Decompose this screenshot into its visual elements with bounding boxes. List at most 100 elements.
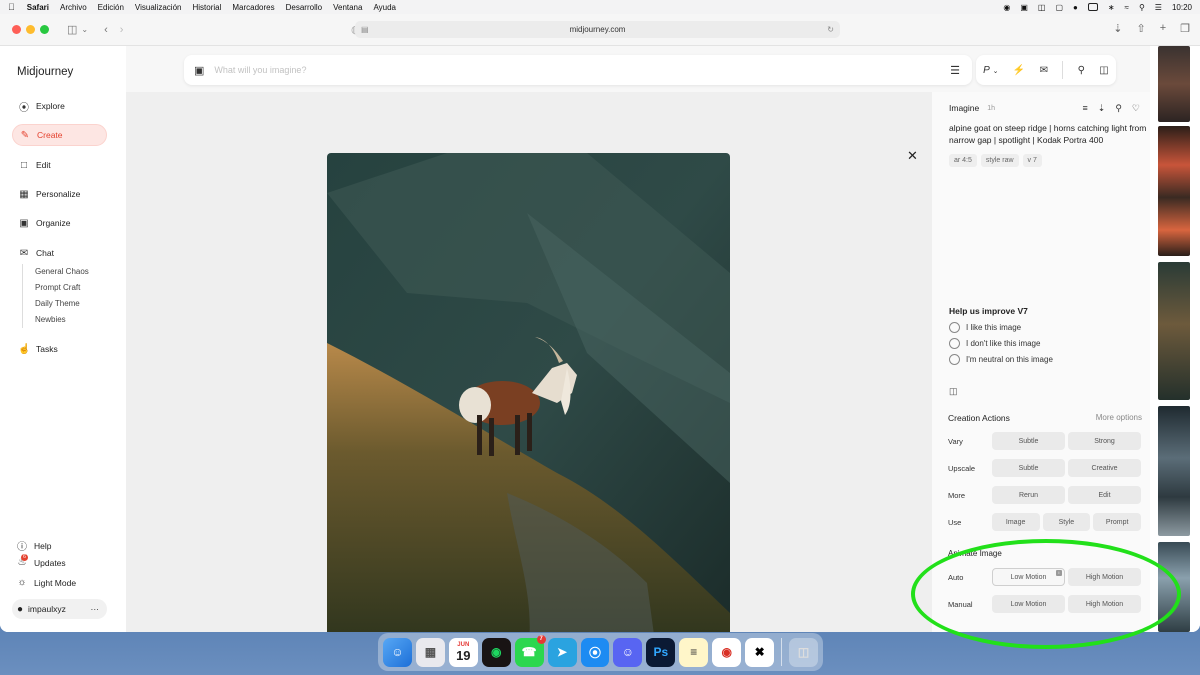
chat-room-item[interactable]: General Chaos [35, 264, 89, 280]
folder-icon[interactable]: ◫ [1099, 65, 1108, 76]
notes-icon[interactable]: ≡ [679, 637, 709, 667]
feedback-neutral[interactable]: I'm neutral on this image [949, 354, 1053, 365]
status-icon[interactable]: ◫ [1038, 3, 1046, 12]
status-icon[interactable]: ▣ [1020, 3, 1028, 12]
menu-marcadores[interactable]: Marcadores [232, 3, 274, 12]
generated-image[interactable] [327, 153, 730, 632]
menu-edicion[interactable]: Edición [98, 3, 124, 12]
edit-button[interactable]: Edit [1068, 486, 1141, 504]
auto-low-motion-button[interactable]: Low Motion i [992, 568, 1065, 586]
menu-desarrollo[interactable]: Desarrollo [286, 3, 322, 12]
telegram-icon[interactable]: ➤ [547, 637, 577, 667]
manual-low-motion-button[interactable]: Low Motion [992, 595, 1065, 613]
trash-icon[interactable]: ◫ [789, 637, 818, 667]
rerun-button[interactable]: Rerun [992, 486, 1065, 504]
thumbnail[interactable] [1158, 126, 1190, 256]
use-image-button[interactable]: Image [991, 513, 1040, 531]
menu-historial[interactable]: Historial [192, 3, 221, 12]
wifi-icon[interactable]: ≈ [1125, 3, 1129, 12]
status-icon[interactable]: ● [1073, 3, 1078, 12]
download-icon[interactable]: ⇣ [1098, 103, 1106, 114]
close-icon[interactable]: ✕ [907, 148, 918, 164]
brand-logo[interactable]: Midjourney [17, 66, 73, 78]
thumbnail[interactable] [1158, 542, 1190, 632]
auto-high-motion-button[interactable]: High Motion [1068, 568, 1141, 586]
search-icon[interactable]: ⚲ [1078, 65, 1085, 76]
personalize-toggle[interactable]: P ⌄ [983, 65, 998, 76]
folder-icon[interactable]: ◫ [949, 386, 958, 397]
param-tag[interactable]: v 7 [1022, 154, 1042, 167]
chrome-icon[interactable]: ◉ [712, 637, 742, 667]
upscale-creative-button[interactable]: Creative [1068, 459, 1141, 477]
calendar-icon[interactable]: JUN 19 [448, 637, 478, 667]
minimize-window-button[interactable] [26, 25, 35, 34]
chevron-down-icon[interactable]: ⌄ [81, 25, 88, 34]
nav-edit[interactable]: □ Edit [12, 154, 107, 176]
download-icon[interactable]: ⇣ [1113, 22, 1122, 35]
nav-tasks[interactable]: ☝ Tasks [12, 338, 107, 360]
whatsapp-icon[interactable]: ☎ 7 [514, 634, 546, 667]
help-link[interactable]: ⓘ Help [16, 538, 51, 554]
chat-room-item[interactable]: Prompt Craft [35, 280, 89, 296]
add-image-icon[interactable]: ▣ [194, 64, 204, 77]
imagine-input[interactable]: What will you imagine? [214, 65, 306, 75]
radio-button[interactable] [949, 338, 960, 349]
prompt-text[interactable]: alpine goat on steep ridge | horns catch… [949, 122, 1149, 146]
more-options-link[interactable]: More options [1096, 413, 1142, 422]
share-icon[interactable]: ⇧ [1136, 22, 1145, 35]
capcut-icon[interactable]: ✖ [745, 637, 775, 667]
feedback-like[interactable]: I like this image [949, 322, 1021, 333]
tabs-overview-icon[interactable]: ❐ [1180, 22, 1190, 35]
chat-bubble-icon[interactable]: ✉ [1040, 65, 1048, 76]
battery-icon[interactable] [1087, 3, 1098, 11]
nav-chat[interactable]: ✉ Chat [12, 242, 107, 264]
address-bar[interactable]: ▤ midjourney.com ↻ [355, 21, 840, 38]
settings-sliders-icon[interactable]: ☰ [950, 64, 960, 77]
menu-visualizacion[interactable]: Visualización [135, 3, 182, 12]
param-tag[interactable]: ar 4:5 [949, 154, 977, 167]
light-mode-toggle[interactable]: ☼ Light Mode [16, 577, 76, 588]
menubar-clock[interactable]: 10:20 [1172, 3, 1192, 12]
nav-personalize[interactable]: ▦ Personalize [12, 183, 107, 205]
nav-explore[interactable]: ⦿ Explore [12, 95, 107, 117]
lightning-icon[interactable]: ⚡ [1013, 65, 1025, 76]
sidebar-toggle-icon[interactable]: ◫ [67, 23, 77, 36]
param-tag[interactable]: style raw [980, 154, 1019, 167]
menu-ayuda[interactable]: Ayuda [373, 3, 396, 12]
chat-room-item[interactable]: Newbies [35, 312, 89, 328]
photoshop-icon[interactable]: Ps [646, 637, 676, 667]
heart-icon[interactable]: ♡ [1132, 103, 1140, 114]
manual-high-motion-button[interactable]: High Motion [1068, 595, 1141, 613]
bluetooth-icon[interactable]: ∗ [1108, 3, 1115, 12]
new-tab-icon[interactable]: + [1160, 22, 1166, 35]
zoom-window-button[interactable] [40, 25, 49, 34]
imagine-bar[interactable]: ▣ What will you imagine? ☰ [184, 55, 972, 85]
close-window-button[interactable] [12, 25, 21, 34]
use-prompt-button[interactable]: Prompt [1093, 513, 1142, 531]
user-menu[interactable]: ● impaulxyz ··· [12, 599, 107, 619]
radio-button[interactable] [949, 322, 960, 333]
upscale-subtle-button[interactable]: Subtle [992, 459, 1065, 477]
control-center-icon[interactable]: ☰ [1155, 3, 1162, 12]
launchpad-icon[interactable]: ▦ [415, 637, 445, 667]
forward-icon[interactable]: › [120, 24, 124, 36]
thumbnail[interactable] [1158, 46, 1190, 122]
page-settings-icon[interactable]: ▤ [361, 25, 369, 34]
menu-lines-icon[interactable]: ≡ [1083, 103, 1088, 114]
updates-link[interactable]: ♨ 6 Updates [16, 554, 66, 568]
nav-organize[interactable]: ▣ Organize [12, 212, 107, 234]
thumbnail[interactable] [1158, 406, 1190, 536]
discord-icon[interactable]: ☺ [613, 637, 643, 667]
thumbnail[interactable] [1158, 262, 1190, 400]
apple-icon[interactable]:  [8, 2, 15, 12]
more-icon[interactable]: ··· [91, 604, 100, 614]
radio-button[interactable] [949, 354, 960, 365]
url-text[interactable]: midjourney.com [570, 25, 626, 34]
feedback-dislike[interactable]: I don't like this image [949, 338, 1040, 349]
vary-subtle-button[interactable]: Subtle [992, 432, 1065, 450]
finder-icon[interactable]: ☺ [383, 637, 412, 667]
vary-strong-button[interactable]: Strong [1068, 432, 1141, 450]
search-icon[interactable]: ⚲ [1115, 103, 1122, 114]
search-icon[interactable]: ⚲ [1139, 3, 1145, 12]
use-style-button[interactable]: Style [1042, 513, 1091, 531]
